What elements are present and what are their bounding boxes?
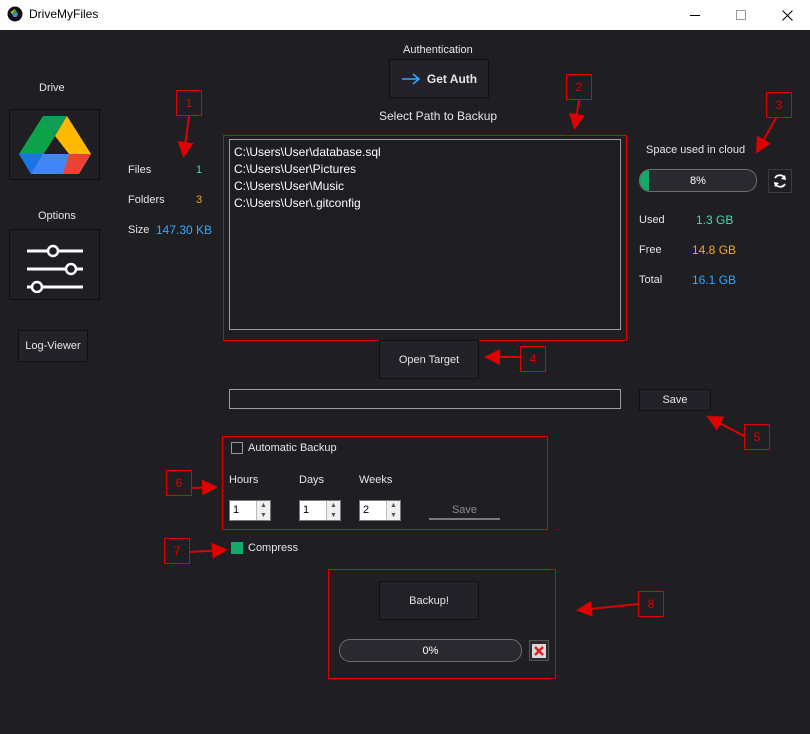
- path-item[interactable]: C:\Users\User\database.sql: [234, 144, 616, 161]
- backup-button[interactable]: Backup!: [379, 581, 479, 620]
- cloud-usage-percent: 8%: [690, 174, 706, 187]
- days-spin-arrows: ▲ ▼: [326, 501, 340, 520]
- cloud-usage-bar: 8%: [639, 169, 757, 192]
- open-target-button[interactable]: Open Target: [379, 340, 479, 379]
- spin-up-icon[interactable]: ▲: [327, 501, 340, 511]
- title-bar: DriveMyFiles: [0, 0, 810, 30]
- get-auth-button[interactable]: Get Auth: [389, 59, 489, 98]
- total-value: 16.1 GB: [692, 273, 737, 287]
- annotation-label-6: 6: [166, 470, 192, 496]
- path-list[interactable]: C:\Users\User\database.sql C:\Users\User…: [229, 139, 621, 330]
- spin-down-icon[interactable]: ▼: [257, 511, 270, 521]
- free-label: Free: [639, 244, 662, 256]
- spin-up-icon[interactable]: ▲: [257, 501, 270, 511]
- cancel-backup-button[interactable]: [529, 640, 549, 661]
- weeks-value: 2: [363, 504, 370, 516]
- google-drive-icon: [18, 115, 91, 174]
- arrow-right-icon: [401, 72, 421, 85]
- annotation-label-3: 3: [766, 92, 792, 118]
- days-label: Days: [299, 474, 325, 486]
- options-button[interactable]: [9, 229, 100, 300]
- log-viewer-button[interactable]: Log-Viewer: [18, 330, 88, 362]
- annotation-label-5: 5: [744, 424, 770, 450]
- maximize-button[interactable]: [718, 0, 764, 30]
- weeks-label: Weeks: [359, 474, 393, 486]
- weeks-spinbox[interactable]: 2 ▲ ▼: [359, 500, 401, 521]
- path-item[interactable]: C:\Users\User\Pictures: [234, 161, 616, 178]
- drive-label: Drive: [39, 82, 65, 94]
- total-label: Total: [639, 274, 663, 286]
- app-icon: [7, 6, 23, 22]
- used-label: Used: [639, 214, 665, 226]
- window-title: DriveMyFiles: [29, 7, 99, 21]
- maximize-icon: [736, 10, 746, 20]
- annotation-label-7: 7: [164, 538, 190, 564]
- refresh-icon: [774, 174, 786, 188]
- authentication-label: Authentication: [403, 44, 473, 56]
- cloud-space-title: Space used in cloud: [646, 144, 746, 156]
- days-value: 1: [303, 504, 310, 516]
- backup-progress-percent: 0%: [422, 644, 439, 657]
- free-value: 14.8 GB: [692, 243, 737, 257]
- close-icon: [781, 9, 793, 21]
- folders-label: Folders: [128, 194, 165, 206]
- drive-button[interactable]: [9, 109, 100, 180]
- backup-progress-bar: 0%: [339, 639, 522, 662]
- select-path-label: Select Path to Backup: [379, 109, 498, 123]
- files-label: Files: [128, 164, 152, 176]
- annotation-label-2: 2: [566, 74, 592, 100]
- automatic-backup-label: Automatic Backup: [248, 442, 337, 454]
- size-value: 147.30 KB: [156, 223, 213, 237]
- used-value: 1.3 GB: [696, 213, 734, 227]
- size-label: Size: [128, 224, 150, 236]
- compress-label: Compress: [248, 542, 299, 554]
- refresh-button[interactable]: [768, 169, 792, 193]
- sliders-icon: [26, 244, 83, 293]
- spin-down-icon[interactable]: ▼: [327, 511, 340, 521]
- get-auth-label: Get Auth: [426, 71, 478, 86]
- weeks-spin-arrows: ▲ ▼: [386, 501, 400, 520]
- days-spinbox[interactable]: 1 ▲ ▼: [299, 500, 341, 521]
- auto-backup-save-button[interactable]: Save: [429, 502, 500, 520]
- folders-count: 3: [196, 194, 203, 206]
- path-item[interactable]: C:\Users\User\.gitconfig: [234, 195, 616, 212]
- cancel-x-icon: [532, 643, 546, 658]
- spin-up-icon[interactable]: ▲: [387, 501, 400, 511]
- compress-checkbox[interactable]: [231, 542, 243, 554]
- annotation-label-8: 8: [638, 591, 664, 617]
- annotation-label-1: 1: [176, 90, 202, 116]
- hours-spin-arrows: ▲ ▼: [256, 501, 270, 520]
- target-path-input[interactable]: [229, 389, 621, 409]
- path-item[interactable]: C:\Users\User\Music: [234, 178, 616, 195]
- hours-value: 1: [233, 504, 240, 516]
- minimize-icon: [690, 14, 700, 16]
- options-label: Options: [38, 210, 76, 222]
- spin-down-icon[interactable]: ▼: [387, 511, 400, 521]
- save-target-button[interactable]: Save: [639, 389, 711, 411]
- annotation-label-4: 4: [520, 346, 546, 372]
- automatic-backup-checkbox[interactable]: [231, 442, 243, 454]
- close-button[interactable]: [764, 0, 810, 30]
- minimize-button[interactable]: [672, 0, 718, 30]
- hours-label: Hours: [229, 474, 259, 486]
- hours-spinbox[interactable]: 1 ▲ ▼: [229, 500, 271, 521]
- files-count: 1: [196, 164, 203, 176]
